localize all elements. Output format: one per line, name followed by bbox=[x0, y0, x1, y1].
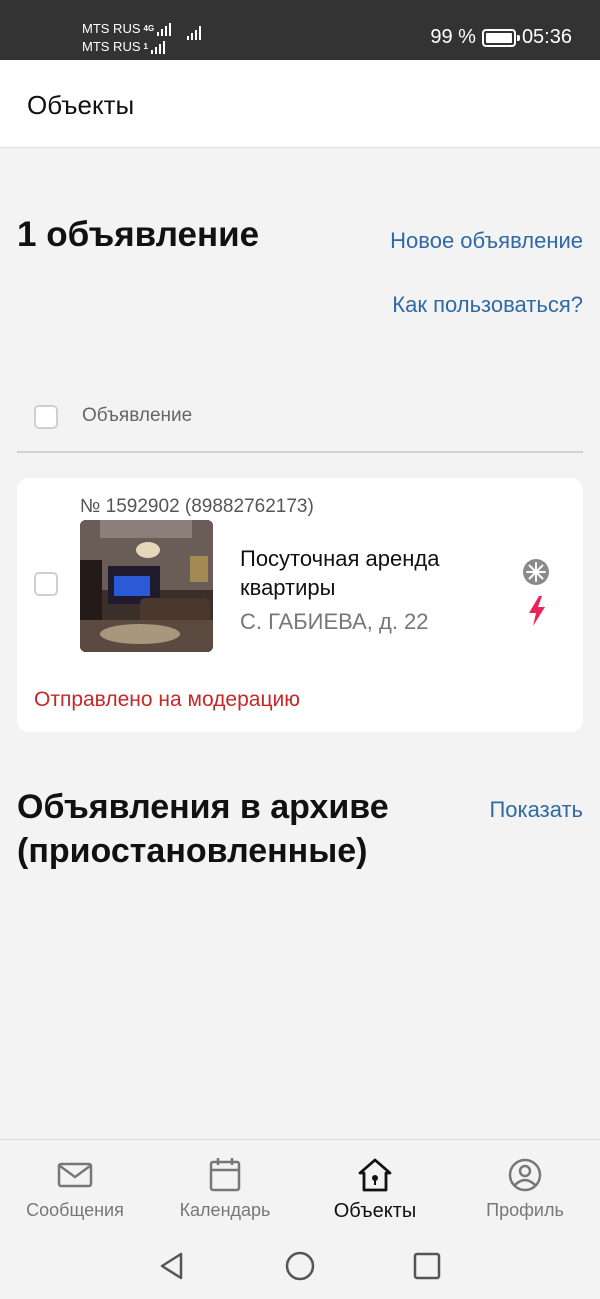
home-icon bbox=[358, 1158, 392, 1192]
nav-item-calendar[interactable]: Календарь bbox=[150, 1140, 300, 1236]
nav-label-messages: Сообщения bbox=[26, 1200, 124, 1220]
lightning-icon[interactable] bbox=[527, 596, 547, 626]
nav-item-objects[interactable]: Объекты bbox=[300, 1140, 450, 1236]
signal-icon bbox=[150, 40, 165, 54]
network-type-tag: 1 bbox=[143, 42, 148, 51]
recents-icon[interactable] bbox=[410, 1249, 444, 1283]
nav-label-objects: Объекты bbox=[333, 1200, 417, 1222]
signal-icon bbox=[157, 22, 172, 36]
listing-title[interactable]: Посуточная аренда квартиры bbox=[240, 544, 500, 602]
divider bbox=[17, 451, 583, 453]
carrier-2-name: MTS RUS bbox=[82, 39, 141, 54]
listing-address: С. ГАБИЕВА, д. 22 bbox=[240, 609, 429, 634]
battery-percent: 99 % bbox=[430, 26, 476, 48]
profile-icon bbox=[508, 1158, 542, 1192]
battery-icon bbox=[481, 28, 520, 47]
nav-item-profile[interactable]: Профиль bbox=[450, 1140, 600, 1236]
nav-item-messages[interactable]: Сообщения bbox=[0, 1140, 150, 1236]
bottom-nav: Сообщения Календарь Объекты Профиль bbox=[0, 1139, 600, 1235]
signal-icon bbox=[187, 26, 201, 40]
nav-label-calendar: Календарь bbox=[179, 1200, 271, 1220]
network-type-4g: 4G bbox=[143, 24, 155, 33]
status-bar: MTS RUS 4G MTS RUS 1 99 % 05:36 bbox=[0, 0, 600, 60]
listing-photo[interactable] bbox=[80, 520, 213, 652]
clock: 05:36 bbox=[521, 26, 572, 48]
archive-title: Объявления в архиве (приостановленные) bbox=[17, 788, 389, 870]
listing-number: № 1592902 (89882762173) bbox=[80, 496, 314, 517]
listings-count-title: 1 объявление bbox=[17, 215, 260, 254]
snowflake-icon[interactable] bbox=[522, 558, 550, 586]
room-photo-image bbox=[80, 520, 213, 652]
column-header-listing: Объявление bbox=[82, 405, 193, 426]
select-all-checkbox[interactable] bbox=[34, 405, 58, 429]
calendar-icon bbox=[209, 1158, 241, 1192]
carrier-info: MTS RUS 4G MTS RUS 1 bbox=[82, 20, 172, 56]
new-listing-link[interactable]: Новое объявление bbox=[390, 228, 583, 254]
how-to-use-link[interactable]: Как пользоваться? bbox=[392, 292, 583, 318]
listing-card[interactable]: № 1592902 (89882762173) Посуточная аренд… bbox=[17, 478, 583, 732]
envelope-icon bbox=[57, 1162, 93, 1188]
show-archive-link[interactable]: Показать bbox=[489, 797, 583, 823]
app-bar: Объекты bbox=[0, 60, 600, 148]
listing-checkbox[interactable] bbox=[34, 572, 58, 596]
page-title: Объекты bbox=[27, 90, 135, 120]
nav-label-profile: Профиль bbox=[486, 1200, 564, 1220]
system-nav-bar bbox=[0, 1235, 600, 1299]
back-icon[interactable] bbox=[155, 1249, 189, 1283]
carrier-1-name: MTS RUS bbox=[82, 21, 141, 36]
home-button-icon[interactable] bbox=[283, 1249, 317, 1283]
moderation-status: Отправлено на модерацию bbox=[34, 688, 300, 711]
